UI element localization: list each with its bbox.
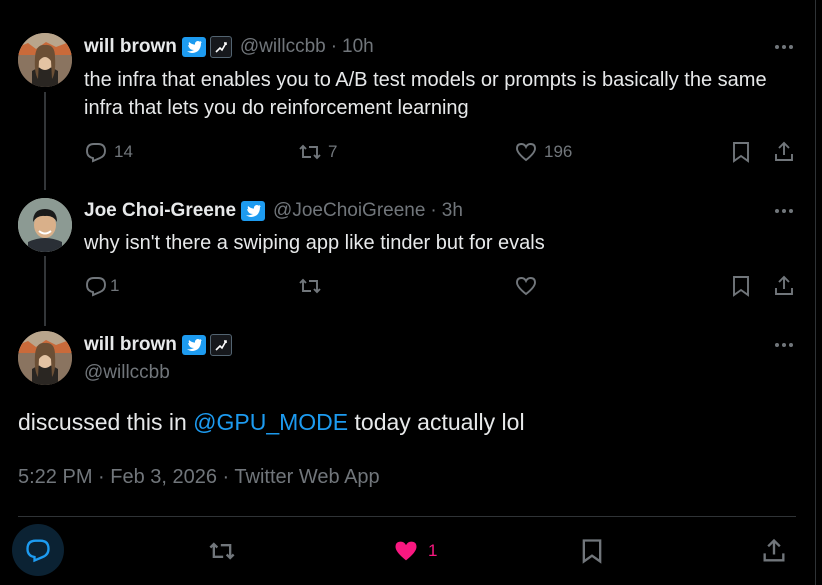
tweet-time[interactable]: 10h [342,36,374,58]
heart-filled-icon [395,541,417,561]
avatar-will-brown[interactable] [18,33,72,87]
main-text-before: discussed this in [18,409,194,435]
tweet-time[interactable]: 3h [442,200,463,222]
like-button[interactable] [514,274,538,298]
author-handle[interactable]: @JoeChoiGreene [273,200,425,222]
repost-button[interactable] [204,528,240,574]
main-tweet-text: discussed this in @GPU_MODE today actual… [18,409,525,436]
thread-line [44,92,46,190]
tweet-meta[interactable]: 5:22 PM · Feb 3, 2026 · Twitter Web App [18,466,380,489]
separator-dot: · [430,200,437,221]
more-horizontal-icon[interactable] [772,35,796,59]
more-horizontal-icon[interactable] [772,199,796,223]
author-handle[interactable]: @willccbb [240,36,326,58]
repost-button[interactable]: 7 [298,140,337,164]
heart-icon [516,277,536,296]
verified-badge-icon [181,37,206,57]
mention-link[interactable]: @GPU_MODE [193,409,348,435]
tweet-text: the infra that enables you to A/B test m… [84,69,767,119]
author-handle[interactable]: @willccbb [84,362,170,384]
like-button[interactable]: 196 [514,140,572,164]
main-text-after: today actually lol [348,409,525,435]
main-tweet-header: will brown [84,333,232,357]
verified-badge-icon [181,335,206,355]
bookmark-button[interactable] [729,140,753,164]
bookmark-button[interactable] [578,528,606,574]
author-name[interactable]: will brown [84,36,177,58]
reply-icon [86,143,106,163]
avatar-will-brown[interactable] [18,331,72,385]
like-count: 196 [544,142,573,161]
share-button[interactable] [772,140,796,164]
reply-button[interactable]: 14 [84,140,133,164]
tweet-text: why isn't there a swiping app like tinde… [84,232,545,254]
main-tweet-handle-row: @willccbb [84,361,170,385]
bookmark-icon [582,539,602,564]
repost-count: 7 [328,142,338,161]
reply-count: 1 [110,276,120,295]
repost-button[interactable] [298,274,322,298]
repost-icon [209,542,235,560]
avatar-joe-choi-greene[interactable] [18,198,72,252]
reply-icon [26,539,50,563]
affiliate-badge-icon [209,36,232,58]
share-button[interactable] [760,528,788,574]
reply-icon [86,277,106,297]
tweet-2-header: Joe Choi-Greene @JoeChoiGreene · 3h [84,199,463,223]
share-button[interactable] [772,274,796,298]
column-border [815,0,816,585]
author-name[interactable]: will brown [84,334,177,356]
repost-icon [299,278,321,294]
tweet-1-header: will brown @willccbb · 10h [84,35,374,59]
thread-line [44,256,46,326]
share-icon [775,275,793,295]
affiliate-badge-icon [209,334,232,356]
repost-icon [299,144,321,160]
bookmark-icon [733,142,749,163]
author-name[interactable]: Joe Choi-Greene [84,200,236,222]
share-icon [763,538,785,562]
verified-badge-icon [241,201,266,221]
like-count: 1 [428,541,438,560]
bookmark-icon [733,276,749,297]
heart-icon [516,143,536,162]
share-icon [775,141,793,161]
reply-button[interactable] [12,524,64,576]
bookmark-button[interactable] [729,274,753,298]
thread-page: will brown @willccbb · 10h the infra tha… [0,0,822,585]
reply-button[interactable]: 1 [84,274,119,298]
more-horizontal-icon[interactable] [772,333,796,357]
separator-dot: · [330,36,338,57]
like-button[interactable]: 1 [392,528,437,574]
reply-count: 14 [114,142,133,161]
divider [18,516,796,517]
